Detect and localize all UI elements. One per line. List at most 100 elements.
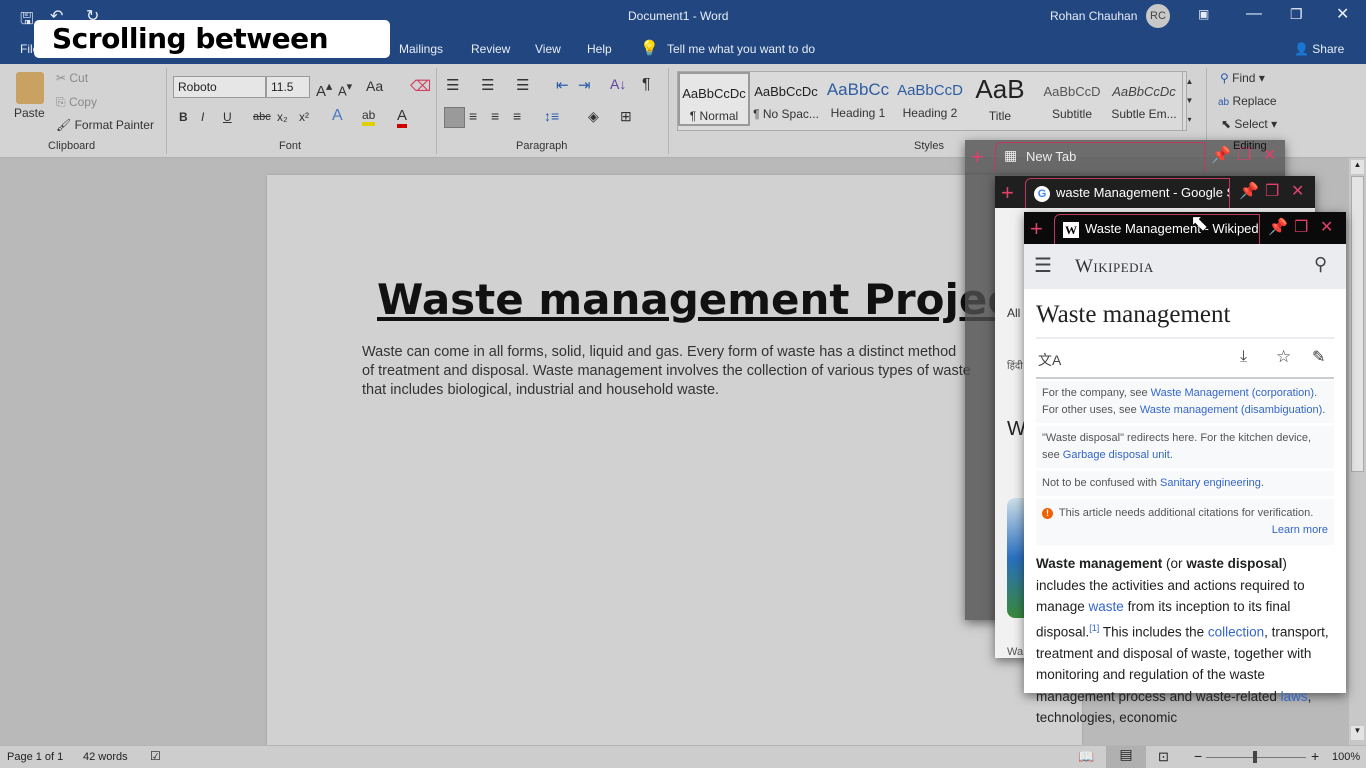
- new-tab-icon[interactable]: +: [1001, 180, 1014, 206]
- align-right-icon[interactable]: ≡: [491, 108, 499, 124]
- avatar[interactable]: RC: [1146, 4, 1170, 28]
- highlight-icon[interactable]: ab: [362, 108, 376, 126]
- zoom-in-icon[interactable]: +: [1311, 748, 1319, 764]
- styles-scroll[interactable]: ▲ ▼ ▾: [1182, 72, 1196, 130]
- borders-icon[interactable]: ⊞: [620, 108, 632, 125]
- restore-icon[interactable]: ❐: [1294, 217, 1308, 237]
- pin-icon[interactable]: 📌: [1239, 181, 1259, 201]
- menu-icon[interactable]: ☰: [1034, 253, 1052, 278]
- star-icon[interactable]: ☆: [1276, 347, 1291, 367]
- restore-icon[interactable]: ❐: [1265, 181, 1279, 201]
- learn-more-link[interactable]: Learn more: [1042, 522, 1328, 539]
- grow-font-icon[interactable]: A▴: [316, 78, 332, 100]
- tab-help[interactable]: Help: [587, 42, 612, 56]
- style-subtle-emphasis[interactable]: AaBbCcDc Subtle Em...: [1108, 72, 1180, 126]
- paste-icon[interactable]: [16, 72, 44, 104]
- font-size-select[interactable]: 11.5: [266, 76, 310, 98]
- scroll-thumb[interactable]: [1351, 176, 1364, 472]
- text-effects-icon[interactable]: A: [332, 107, 343, 125]
- close-icon[interactable]: ✕: [1291, 181, 1304, 201]
- read-mode-icon[interactable]: 📖: [1078, 749, 1094, 765]
- select-button[interactable]: ⬉ Select ▾: [1221, 117, 1277, 131]
- decrease-indent-icon[interactable]: ⇤: [556, 76, 569, 94]
- bullets-icon[interactable]: ☰: [446, 76, 459, 94]
- multilevel-list-icon[interactable]: ☰: [516, 76, 529, 94]
- increase-indent-icon[interactable]: ⇥: [578, 76, 591, 94]
- vertical-scrollbar[interactable]: ▲ ▼: [1349, 158, 1366, 745]
- google-tab-all[interactable]: All: [1007, 306, 1020, 320]
- web-layout-icon[interactable]: ⊡: [1158, 749, 1169, 765]
- browser-window-wikipedia[interactable]: + W Waste Management - Wikiped 📌 ❐ ✕ ☰ Wi…: [1024, 212, 1346, 725]
- proofing-icon[interactable]: ☑: [150, 749, 161, 763]
- line-spacing-icon[interactable]: ↕≡: [544, 108, 559, 124]
- find-button[interactable]: ⚲ Find ▾: [1220, 71, 1265, 85]
- style-normal[interactable]: AaBbCcDc ¶ Normal: [678, 72, 750, 126]
- google-language-link[interactable]: हिंदी: [1007, 358, 1023, 372]
- superscript-button[interactable]: x²: [299, 110, 309, 124]
- tab-mailings[interactable]: Mailings: [399, 42, 443, 56]
- shrink-font-icon[interactable]: A▾: [338, 80, 352, 98]
- strikethrough-button[interactable]: abc: [253, 111, 271, 123]
- font-name-select[interactable]: Roboto: [173, 76, 266, 98]
- word-count[interactable]: 42 words: [83, 751, 128, 763]
- font-color-icon[interactable]: A: [397, 107, 408, 128]
- sort-icon[interactable]: A↓: [610, 76, 626, 92]
- edit-icon[interactable]: ✎: [1312, 347, 1325, 367]
- change-case-button[interactable]: Aa: [366, 78, 383, 94]
- language-icon[interactable]: 文A: [1038, 350, 1061, 370]
- tab-google-search[interactable]: Gwaste Management - Google S: [1025, 178, 1230, 208]
- print-layout-icon[interactable]: ▤: [1106, 746, 1146, 768]
- link[interactable]: Sanitary engineering: [1160, 477, 1261, 489]
- link[interactable]: Waste Management (corporation): [1151, 387, 1314, 399]
- new-tab-icon[interactable]: +: [1030, 216, 1043, 242]
- align-center-icon[interactable]: ≡: [469, 108, 477, 124]
- style-subtitle[interactable]: AaBbCcD Subtitle: [1036, 72, 1108, 126]
- document-page[interactable]: Waste management Project Waste can come …: [267, 175, 1082, 750]
- numbering-icon[interactable]: ☰: [481, 76, 494, 94]
- scroll-down-icon[interactable]: ▼: [1351, 726, 1364, 740]
- shading-icon[interactable]: ◈: [588, 108, 599, 125]
- link[interactable]: laws: [1281, 689, 1308, 704]
- close-icon[interactable]: ✕: [1320, 217, 1333, 237]
- bold-button[interactable]: B: [179, 110, 188, 124]
- zoom-out-icon[interactable]: −: [1194, 748, 1202, 764]
- format-painter-button[interactable]: 🖌 Format Painter: [56, 118, 154, 132]
- share-button[interactable]: 👤 Share: [1294, 42, 1344, 56]
- style-title[interactable]: AaB Title: [964, 72, 1036, 126]
- pin-icon[interactable]: 📌: [1211, 145, 1231, 165]
- tab-new-tab[interactable]: ▦ New Tab: [995, 142, 1205, 172]
- minimize-icon[interactable]: —: [1246, 5, 1262, 23]
- italic-button[interactable]: I: [201, 110, 204, 124]
- ribbon-display-icon[interactable]: ▣: [1198, 7, 1209, 21]
- link[interactable]: collection: [1208, 624, 1264, 639]
- style-no-spacing[interactable]: AaBbCcDc ¶ No Spac...: [750, 72, 822, 126]
- style-heading-2[interactable]: AaBbCcD Heading 2: [894, 72, 966, 126]
- close-icon[interactable]: ✕: [1336, 4, 1349, 24]
- link[interactable]: Garbage disposal unit: [1063, 449, 1170, 461]
- document-title-heading[interactable]: Waste management Project: [377, 275, 1032, 324]
- clear-formatting-icon[interactable]: ⌫: [410, 77, 431, 95]
- cut-button[interactable]: ✂ Cut: [56, 71, 88, 85]
- new-tab-icon[interactable]: +: [971, 144, 984, 170]
- zoom-level[interactable]: 100%: [1332, 751, 1360, 763]
- pin-icon[interactable]: 📌: [1268, 217, 1288, 237]
- copy-button[interactable]: ⎘ Copy: [56, 95, 97, 110]
- page-count[interactable]: Page 1 of 1: [7, 751, 63, 763]
- scroll-up-icon[interactable]: ▲: [1351, 160, 1364, 174]
- tab-review[interactable]: Review: [471, 42, 510, 56]
- align-left-button[interactable]: [444, 107, 465, 128]
- tab-wikipedia[interactable]: W Waste Management - Wikiped: [1054, 214, 1260, 244]
- save-icon[interactable]: 🖫: [20, 8, 34, 35]
- subscript-button[interactable]: x₂: [277, 110, 288, 124]
- reference-link[interactable]: [1]: [1089, 623, 1099, 633]
- download-icon[interactable]: ⤓: [1240, 348, 1247, 366]
- tab-view[interactable]: View: [535, 42, 561, 56]
- replace-button[interactable]: ab Replace: [1218, 94, 1277, 108]
- pilcrow-icon[interactable]: ¶: [642, 76, 651, 94]
- style-heading-1[interactable]: AaBbCc Heading 1: [822, 72, 894, 126]
- search-icon[interactable]: ⚲: [1314, 254, 1327, 275]
- underline-button[interactable]: U: [223, 110, 232, 124]
- wikipedia-logo[interactable]: Wikipedia: [1075, 256, 1154, 278]
- user-name[interactable]: Rohan Chauhan: [1050, 9, 1137, 23]
- tell-me-search[interactable]: Tell me what you want to do: [667, 42, 815, 56]
